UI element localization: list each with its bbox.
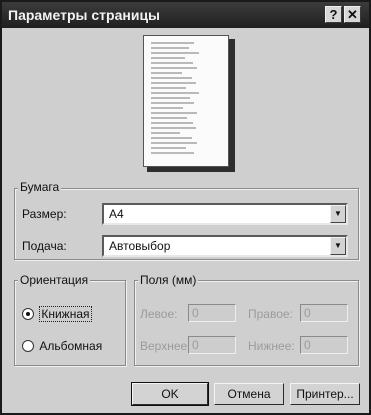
close-icon[interactable]: ✕ (344, 6, 361, 23)
window-title: Параметры страницы (8, 7, 161, 23)
size-label: Размер: (22, 207, 67, 221)
margins-group-label: Поля (мм) (138, 273, 199, 287)
right-margin-label: Правое: (248, 307, 293, 321)
paper-group-label: Бумага (18, 180, 62, 194)
feed-select[interactable]: Автовыбор ▼ (102, 235, 348, 257)
size-value: A4 (109, 207, 124, 221)
feed-value: Автовыбор (109, 239, 171, 253)
printer-button[interactable]: Принтер... (290, 383, 360, 405)
page-setup-dialog: Параметры страницы ? ✕ Бумага Размер: A4… (0, 0, 371, 415)
chevron-down-icon[interactable]: ▼ (330, 205, 346, 223)
bottom-margin-input[interactable]: 0 (300, 336, 348, 354)
top-margin-label: Верхнее: (140, 339, 191, 353)
ok-button[interactable]: OK (131, 382, 209, 406)
radio-empty-icon (22, 339, 34, 352)
landscape-label: Альбомная (39, 338, 103, 353)
landscape-radio[interactable]: Альбомная (22, 337, 102, 353)
help-icon[interactable]: ? (325, 6, 342, 23)
top-margin-input[interactable]: 0 (188, 336, 236, 354)
chevron-down-icon[interactable]: ▼ (330, 237, 346, 255)
title-bar[interactable]: Параметры страницы ? ✕ (2, 2, 369, 28)
portrait-label: Книжная (39, 305, 92, 322)
left-margin-input[interactable]: 0 (188, 304, 236, 322)
bottom-margin-label: Нижнее: (248, 339, 295, 353)
portrait-radio[interactable]: Книжная (22, 305, 92, 322)
orientation-group (14, 280, 126, 366)
cancel-button[interactable]: Отмена (214, 383, 284, 405)
orientation-group-label: Ориентация (18, 273, 91, 287)
feed-label: Подача: (22, 239, 67, 253)
page-preview (143, 35, 229, 167)
radio-selected-icon (22, 307, 34, 320)
size-select[interactable]: A4 ▼ (102, 203, 348, 225)
right-margin-input[interactable]: 0 (300, 304, 348, 322)
left-margin-label: Левое: (140, 307, 178, 321)
